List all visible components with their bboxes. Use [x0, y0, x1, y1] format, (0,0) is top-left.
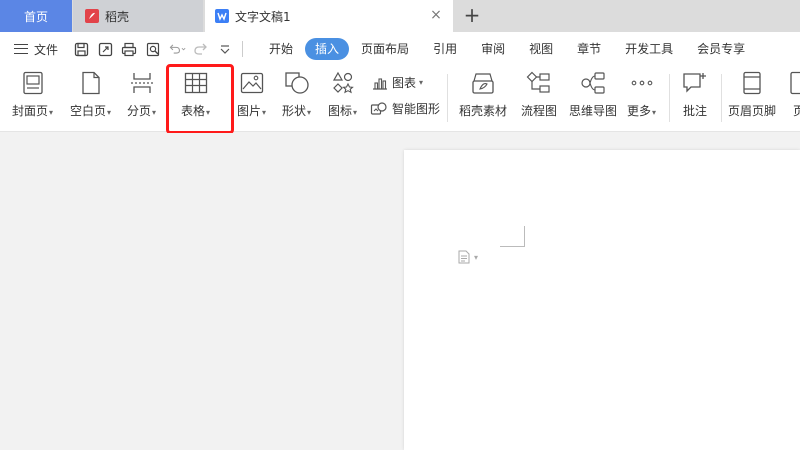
- header-footer-label: 页眉页脚: [728, 104, 777, 118]
- hamburger-icon: [14, 44, 28, 54]
- flowchart-label: 流程图: [521, 104, 558, 118]
- shape-icon: [284, 70, 310, 96]
- more-icon: [629, 70, 655, 96]
- tab-section[interactable]: 章节: [565, 38, 613, 60]
- tab-review[interactable]: 审阅: [469, 38, 517, 60]
- material-icon: [470, 70, 496, 96]
- insert-ribbon: 封面页▾ 空白页▾ 分页▾ 表格▾ 图片▾ 形状▾ 图标▾ 图表 ▾ 智能图形 …: [0, 66, 800, 132]
- comment-icon: [682, 70, 708, 96]
- tab-daoke-label: 稻壳: [105, 9, 130, 24]
- shape-button[interactable]: 形状▾: [282, 70, 311, 119]
- chart-label: 图表: [392, 76, 417, 90]
- mindmap-button[interactable]: 思维导图: [569, 70, 617, 119]
- cover-page-button[interactable]: 封面页▾: [12, 70, 53, 119]
- customize-toolbar-icon[interactable]: [216, 40, 234, 58]
- smart-art-icon: [370, 101, 387, 115]
- file-menu-button[interactable]: 文件: [14, 41, 58, 58]
- file-menu-label: 文件: [34, 42, 59, 57]
- daoke-logo-icon: [85, 9, 99, 23]
- save-icon[interactable]: [72, 40, 90, 58]
- page-break-icon: [129, 70, 155, 96]
- tab-developer[interactable]: 开发工具: [613, 38, 685, 60]
- page-number-icon: [786, 70, 800, 96]
- document-page[interactable]: [404, 150, 800, 450]
- icon-library-icon: [330, 70, 356, 96]
- more-button[interactable]: 更多▾: [627, 70, 656, 119]
- close-tab-icon[interactable]: ×: [429, 8, 443, 22]
- smart-art-label: 智能图形: [392, 102, 441, 116]
- table-highlight-box: [166, 64, 234, 134]
- menu-tabs: 开始 插入 页面布局 引用 审阅 视图 章节 开发工具 会员专享: [257, 38, 757, 60]
- toolbar-divider: [242, 41, 244, 57]
- cover-page-icon: [20, 70, 46, 96]
- daoke-material-label: 稻壳素材: [459, 104, 508, 118]
- tab-start[interactable]: 开始: [257, 38, 305, 60]
- header-footer-button[interactable]: 页眉页脚: [728, 70, 776, 119]
- blank-page-label: 空白页: [70, 104, 107, 118]
- tab-document-label: 文字文稿1: [235, 9, 291, 24]
- menu-bar: 文件 开始 插入 页面布局 引用 审阅 视图 章节 开发工具 会员专享: [0, 32, 800, 66]
- tab-document[interactable]: 文字文稿1 ×: [205, 0, 453, 32]
- new-tab-button[interactable]: +: [460, 4, 484, 28]
- cover-page-label: 封面页: [12, 104, 49, 118]
- chart-icon: [373, 77, 387, 90]
- picture-label: 图片: [237, 104, 262, 118]
- flowchart-button[interactable]: 流程图: [521, 70, 557, 119]
- redo-icon[interactable]: [192, 40, 210, 58]
- blank-page-icon: [78, 70, 104, 96]
- icon-library-label: 图标: [328, 104, 353, 118]
- comment-button[interactable]: 批注: [682, 70, 708, 119]
- tab-home[interactable]: 首页: [0, 0, 72, 32]
- smart-art-button[interactable]: 智能图形: [370, 100, 440, 117]
- page-number-label: 页: [792, 104, 800, 118]
- print-icon[interactable]: [120, 40, 138, 58]
- mindmap-icon: [580, 70, 606, 96]
- tab-bar: 首页 稻壳 文字文稿1 × +: [0, 0, 800, 32]
- page-number-button[interactable]: 页: [786, 70, 800, 119]
- icon-library-button[interactable]: 图标▾: [328, 70, 357, 119]
- picture-button[interactable]: 图片▾: [237, 70, 266, 119]
- chart-button[interactable]: 图表 ▾: [372, 74, 423, 91]
- mindmap-label: 思维导图: [569, 104, 618, 118]
- undo-icon[interactable]: [168, 40, 186, 58]
- wps-writer-icon: [215, 9, 229, 23]
- page-break-label: 分页: [127, 104, 152, 118]
- page-break-button[interactable]: 分页▾: [127, 70, 156, 119]
- tab-page-layout[interactable]: 页面布局: [349, 38, 421, 60]
- ribbon-divider: [669, 74, 670, 122]
- header-footer-icon: [739, 70, 765, 96]
- print-preview-icon[interactable]: [144, 40, 162, 58]
- tab-insert[interactable]: 插入: [305, 38, 350, 60]
- paragraph-format-icon[interactable]: ▾: [458, 250, 478, 264]
- ribbon-divider: [447, 74, 448, 122]
- margin-corner-mark: [500, 226, 525, 247]
- tab-view[interactable]: 视图: [517, 38, 565, 60]
- quick-access-toolbar: [72, 40, 234, 58]
- picture-icon: [239, 70, 265, 96]
- ribbon-divider: [721, 74, 722, 122]
- tab-membership[interactable]: 会员专享: [685, 38, 757, 60]
- tab-references[interactable]: 引用: [421, 38, 469, 60]
- daoke-material-button[interactable]: 稻壳素材: [459, 70, 507, 119]
- shape-label: 形状: [282, 104, 307, 118]
- more-label: 更多: [627, 104, 652, 118]
- flowchart-icon: [526, 70, 552, 96]
- export-icon[interactable]: [96, 40, 114, 58]
- comment-label: 批注: [682, 104, 707, 118]
- blank-page-button[interactable]: 空白页▾: [70, 70, 111, 119]
- tab-daoke[interactable]: 稻壳: [73, 0, 203, 32]
